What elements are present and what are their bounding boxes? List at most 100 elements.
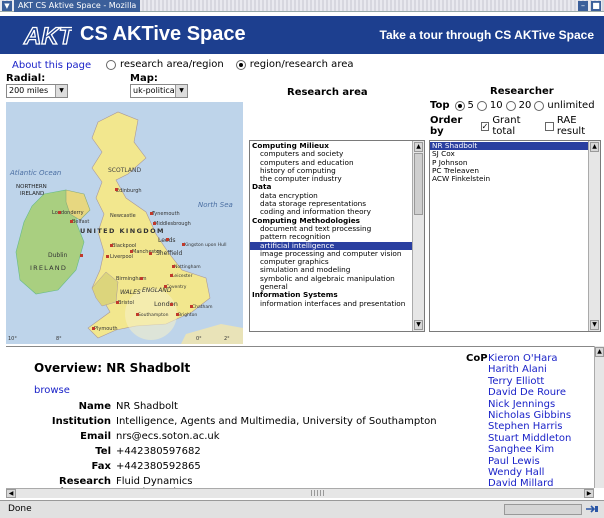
akt-logo: AKT bbox=[22, 22, 72, 48]
map-label-londonderry: Londonderry bbox=[52, 210, 84, 216]
site-title: CS AKTive Space bbox=[80, 23, 246, 45]
grant-total-checkbox[interactable]: ✓ bbox=[480, 121, 490, 131]
research-area-list[interactable]: Computing Milieux computers and society co… bbox=[249, 140, 425, 332]
window-titlebar: ▼ AKT CS Aktive Space - Mozilla – ■ bbox=[0, 0, 604, 12]
researcher-item[interactable]: ACW Finkelstein bbox=[430, 174, 588, 183]
tel-value: +442380597682 bbox=[116, 446, 201, 457]
tel-label: Tel bbox=[95, 446, 111, 457]
research-area-header: Research area bbox=[287, 87, 368, 98]
rae-result-checkbox[interactable] bbox=[545, 121, 554, 131]
progress-field bbox=[504, 504, 582, 515]
map-label-belfast: Belfast bbox=[72, 219, 89, 225]
radial-label: Radial: bbox=[6, 73, 46, 84]
city-marker bbox=[110, 244, 113, 247]
map-label-tynemouth: Tynemouth bbox=[151, 211, 180, 217]
scroll-left-icon[interactable]: ◀ bbox=[6, 489, 16, 498]
cop-member-link[interactable]: David Millard bbox=[488, 478, 571, 488]
banner: AKT CS AKTive Space Take a tour through … bbox=[0, 16, 604, 54]
status-text: Done bbox=[8, 504, 32, 514]
cop-member-link[interactable]: Wendy Hall bbox=[488, 467, 571, 478]
cop-member-link[interactable]: Stuart Middleton bbox=[488, 433, 571, 444]
cop-member-link[interactable]: Harith Alani bbox=[488, 364, 571, 375]
mode-radio-area-region[interactable] bbox=[106, 59, 116, 70]
rae-result-label: RAE result bbox=[556, 115, 586, 137]
top-radio-5[interactable] bbox=[454, 100, 465, 111]
overview-scrollbar[interactable]: ▲ bbox=[594, 346, 604, 488]
map-label-atlantic: Atlantic Ocean bbox=[9, 169, 61, 177]
top-option-5: 5 bbox=[467, 100, 474, 111]
uk-map[interactable]: Atlantic Ocean NORTHERN IRELAND SCOTLAND… bbox=[6, 102, 243, 344]
top-radio-10[interactable] bbox=[476, 100, 487, 111]
map-label-edinburgh: Edinburgh bbox=[116, 188, 142, 194]
email-label: Email bbox=[80, 431, 111, 442]
scroll-thumb[interactable] bbox=[414, 153, 423, 215]
map-label-brighton: Brighton bbox=[178, 312, 197, 318]
institution-value: Intelligence, Agents and Multimedia, Uni… bbox=[116, 416, 437, 427]
scroll-up-icon[interactable]: ▲ bbox=[590, 142, 599, 152]
grant-total-label: Grant total bbox=[492, 115, 521, 137]
research-area-item[interactable]: the computer industry bbox=[250, 174, 412, 183]
overview-title: Overview: NR Shadbolt bbox=[34, 361, 191, 375]
tour-link[interactable]: Take a tour through CS AKTive Space bbox=[380, 28, 595, 42]
browse-link[interactable]: browse bbox=[34, 385, 70, 396]
researcher-scrollbar[interactable]: ▲ ▼ bbox=[588, 141, 600, 331]
chevron-down-icon: ▼ bbox=[175, 85, 187, 97]
researcher-items: NR Shadbolt SJ Cox P Johnson PC Treleaven AC… bbox=[430, 141, 588, 331]
research-area-item[interactable]: information interfaces and presentation bbox=[250, 299, 412, 308]
research-area-scrollbar[interactable]: ▲ ▼ bbox=[412, 141, 424, 331]
cop-member-link[interactable]: Nick Jennings bbox=[488, 399, 571, 410]
cop-member-link[interactable]: Paul Lewis bbox=[488, 456, 571, 467]
researcher-list[interactable]: NR Shadbolt SJ Cox P Johnson PC Treleaven AC… bbox=[429, 140, 601, 332]
cop-member-link[interactable]: Stephen Harris bbox=[488, 421, 571, 432]
city-marker bbox=[70, 220, 73, 223]
map-label-southampton: Southampton bbox=[138, 312, 169, 318]
order-by-group: Order by ✓ Grant total RAE result bbox=[430, 115, 604, 137]
map-label-deg8: 8° bbox=[56, 336, 62, 342]
top-radio-20[interactable] bbox=[505, 100, 516, 111]
window-title: AKT CS Aktive Space - Mozilla bbox=[14, 0, 141, 12]
city-marker bbox=[150, 212, 153, 215]
about-link[interactable]: About this page bbox=[12, 60, 91, 71]
research-interests-value: Fluid Dynamics Aerodynamics bbox=[116, 476, 193, 488]
map-label-sheffield: Sheffield bbox=[156, 250, 182, 257]
mode-radio-group: research area/region region/research are… bbox=[106, 59, 354, 70]
mode-radio-region-area[interactable] bbox=[235, 59, 246, 70]
cop-member-link[interactable]: Nicholas Gibbins bbox=[488, 410, 571, 421]
window-menu-icon[interactable]: ▼ bbox=[2, 1, 12, 11]
city-marker bbox=[153, 222, 156, 225]
city-marker bbox=[58, 211, 61, 214]
map-label-wales: WALES bbox=[120, 289, 141, 296]
horizontal-scrollbar[interactable]: ◀ ▶ bbox=[6, 488, 594, 498]
radial-select[interactable]: 200 miles ▼ bbox=[6, 84, 68, 98]
name-value: NR Shadbolt bbox=[116, 401, 178, 412]
scroll-up-icon[interactable]: ▲ bbox=[595, 347, 604, 357]
map-label-dublin: Dublin bbox=[48, 252, 68, 259]
map-label-scotland: SCOTLAND bbox=[108, 167, 141, 174]
top-option-unlimited: unlimited bbox=[547, 100, 595, 111]
scroll-up-icon[interactable]: ▲ bbox=[414, 142, 423, 152]
city-marker bbox=[130, 250, 133, 253]
cop-member-link[interactable]: David De Roure bbox=[488, 387, 571, 398]
city-marker bbox=[170, 274, 173, 277]
cop-member-link[interactable]: Terry Elliott bbox=[488, 376, 571, 387]
scroll-grip[interactable] bbox=[311, 490, 325, 496]
top-radio-unlimited[interactable] bbox=[534, 100, 545, 111]
research-interests-label: Research interests bbox=[59, 476, 111, 488]
city-marker bbox=[176, 313, 179, 316]
uk-map-graphic: Atlantic Ocean NORTHERN IRELAND SCOTLAND… bbox=[6, 102, 243, 344]
cop-member-link[interactable]: Kieron O'Hara bbox=[488, 353, 571, 364]
map-label-ireland: IRELAND bbox=[30, 264, 67, 272]
top-n-group: Top 5 10 20 unlimited bbox=[430, 100, 595, 111]
scroll-down-icon[interactable]: ▼ bbox=[590, 320, 599, 330]
city-marker bbox=[182, 243, 185, 246]
map-select[interactable]: uk-political ▼ bbox=[130, 84, 188, 98]
city-marker bbox=[92, 327, 95, 330]
cop-member-link[interactable]: Sanghee Kim bbox=[488, 444, 571, 455]
scroll-right-icon[interactable]: ▶ bbox=[584, 489, 594, 498]
city-marker bbox=[170, 303, 173, 306]
scroll-down-icon[interactable]: ▼ bbox=[414, 320, 423, 330]
minimize-icon[interactable]: – bbox=[578, 1, 588, 11]
map-label-north-sea: North Sea bbox=[198, 201, 233, 209]
close-icon[interactable]: ■ bbox=[591, 1, 601, 11]
city-marker bbox=[116, 301, 119, 304]
